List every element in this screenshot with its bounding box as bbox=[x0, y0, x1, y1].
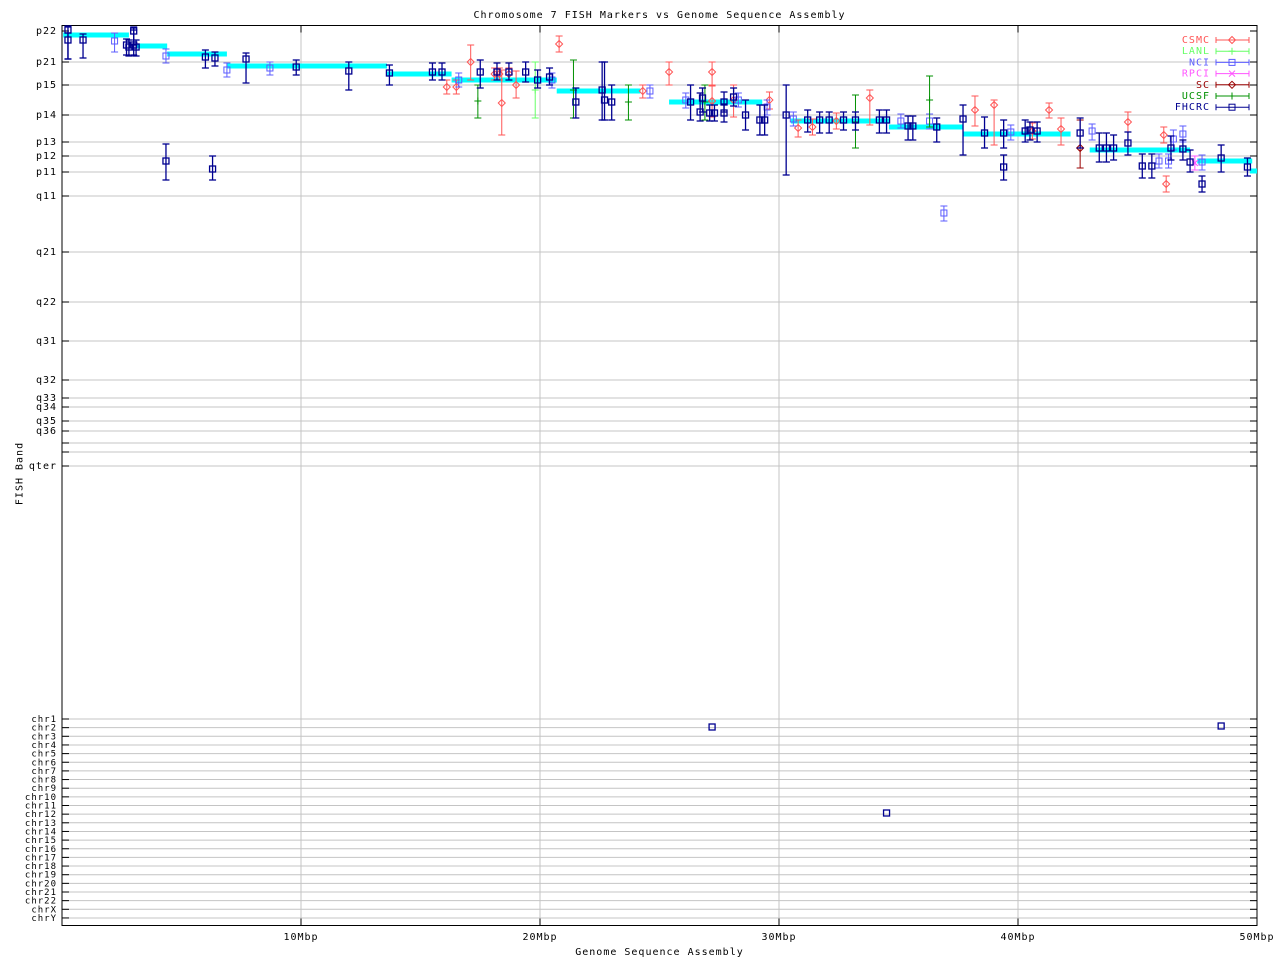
fish-band-label: p21 bbox=[36, 57, 57, 68]
fish-band-label: q21 bbox=[36, 247, 57, 258]
fish-band-label: p15 bbox=[36, 80, 57, 91]
fish-band-label: p14 bbox=[36, 110, 57, 121]
fish-marker-chart-page: Chromosome 7 FISH Markers vs Genome Sequ… bbox=[0, 0, 1280, 960]
x-tick-label: 30Mbp bbox=[761, 932, 796, 943]
legend-label: LANL bbox=[1182, 46, 1210, 57]
fish-band-label: q36 bbox=[36, 426, 57, 437]
legend-label: CSMC bbox=[1182, 35, 1210, 46]
x-tick-label: 10Mbp bbox=[283, 932, 318, 943]
legend-label: NCI bbox=[1189, 57, 1210, 68]
fish-band-label: p11 bbox=[36, 167, 57, 178]
plot-border bbox=[62, 26, 1257, 926]
fish-band-label: q11 bbox=[36, 191, 57, 202]
legend-label: RPCI bbox=[1182, 69, 1210, 80]
legend-label: UCSF bbox=[1182, 91, 1210, 102]
x-tick-label: 40Mbp bbox=[1000, 932, 1035, 943]
chr-row-label: chrY bbox=[31, 914, 57, 924]
legend-label: SC bbox=[1196, 80, 1210, 91]
legend-label: FHCRC bbox=[1175, 102, 1210, 113]
fish-band-label: qter bbox=[29, 461, 57, 472]
fish-band-label: q34 bbox=[36, 402, 57, 413]
x-tick-label: 50Mbp bbox=[1239, 932, 1274, 943]
fish-band-label: q22 bbox=[36, 297, 57, 308]
fish-band-label: p13 bbox=[36, 137, 57, 148]
fish-band-label: q32 bbox=[36, 375, 57, 386]
fish-band-label: p12 bbox=[36, 151, 57, 162]
marker-square bbox=[709, 724, 715, 730]
fish-markers-vs-assembly-plot: 10Mbp 20Mbp 30Mbp 40Mbp 50Mbp p22 p21 p15 p14 p13… bbox=[0, 0, 1280, 960]
fish-band-label: q31 bbox=[36, 336, 57, 347]
fish-band-label: p22 bbox=[36, 26, 57, 37]
marker-square bbox=[884, 810, 890, 816]
x-tick-label: 20Mbp bbox=[522, 932, 557, 943]
